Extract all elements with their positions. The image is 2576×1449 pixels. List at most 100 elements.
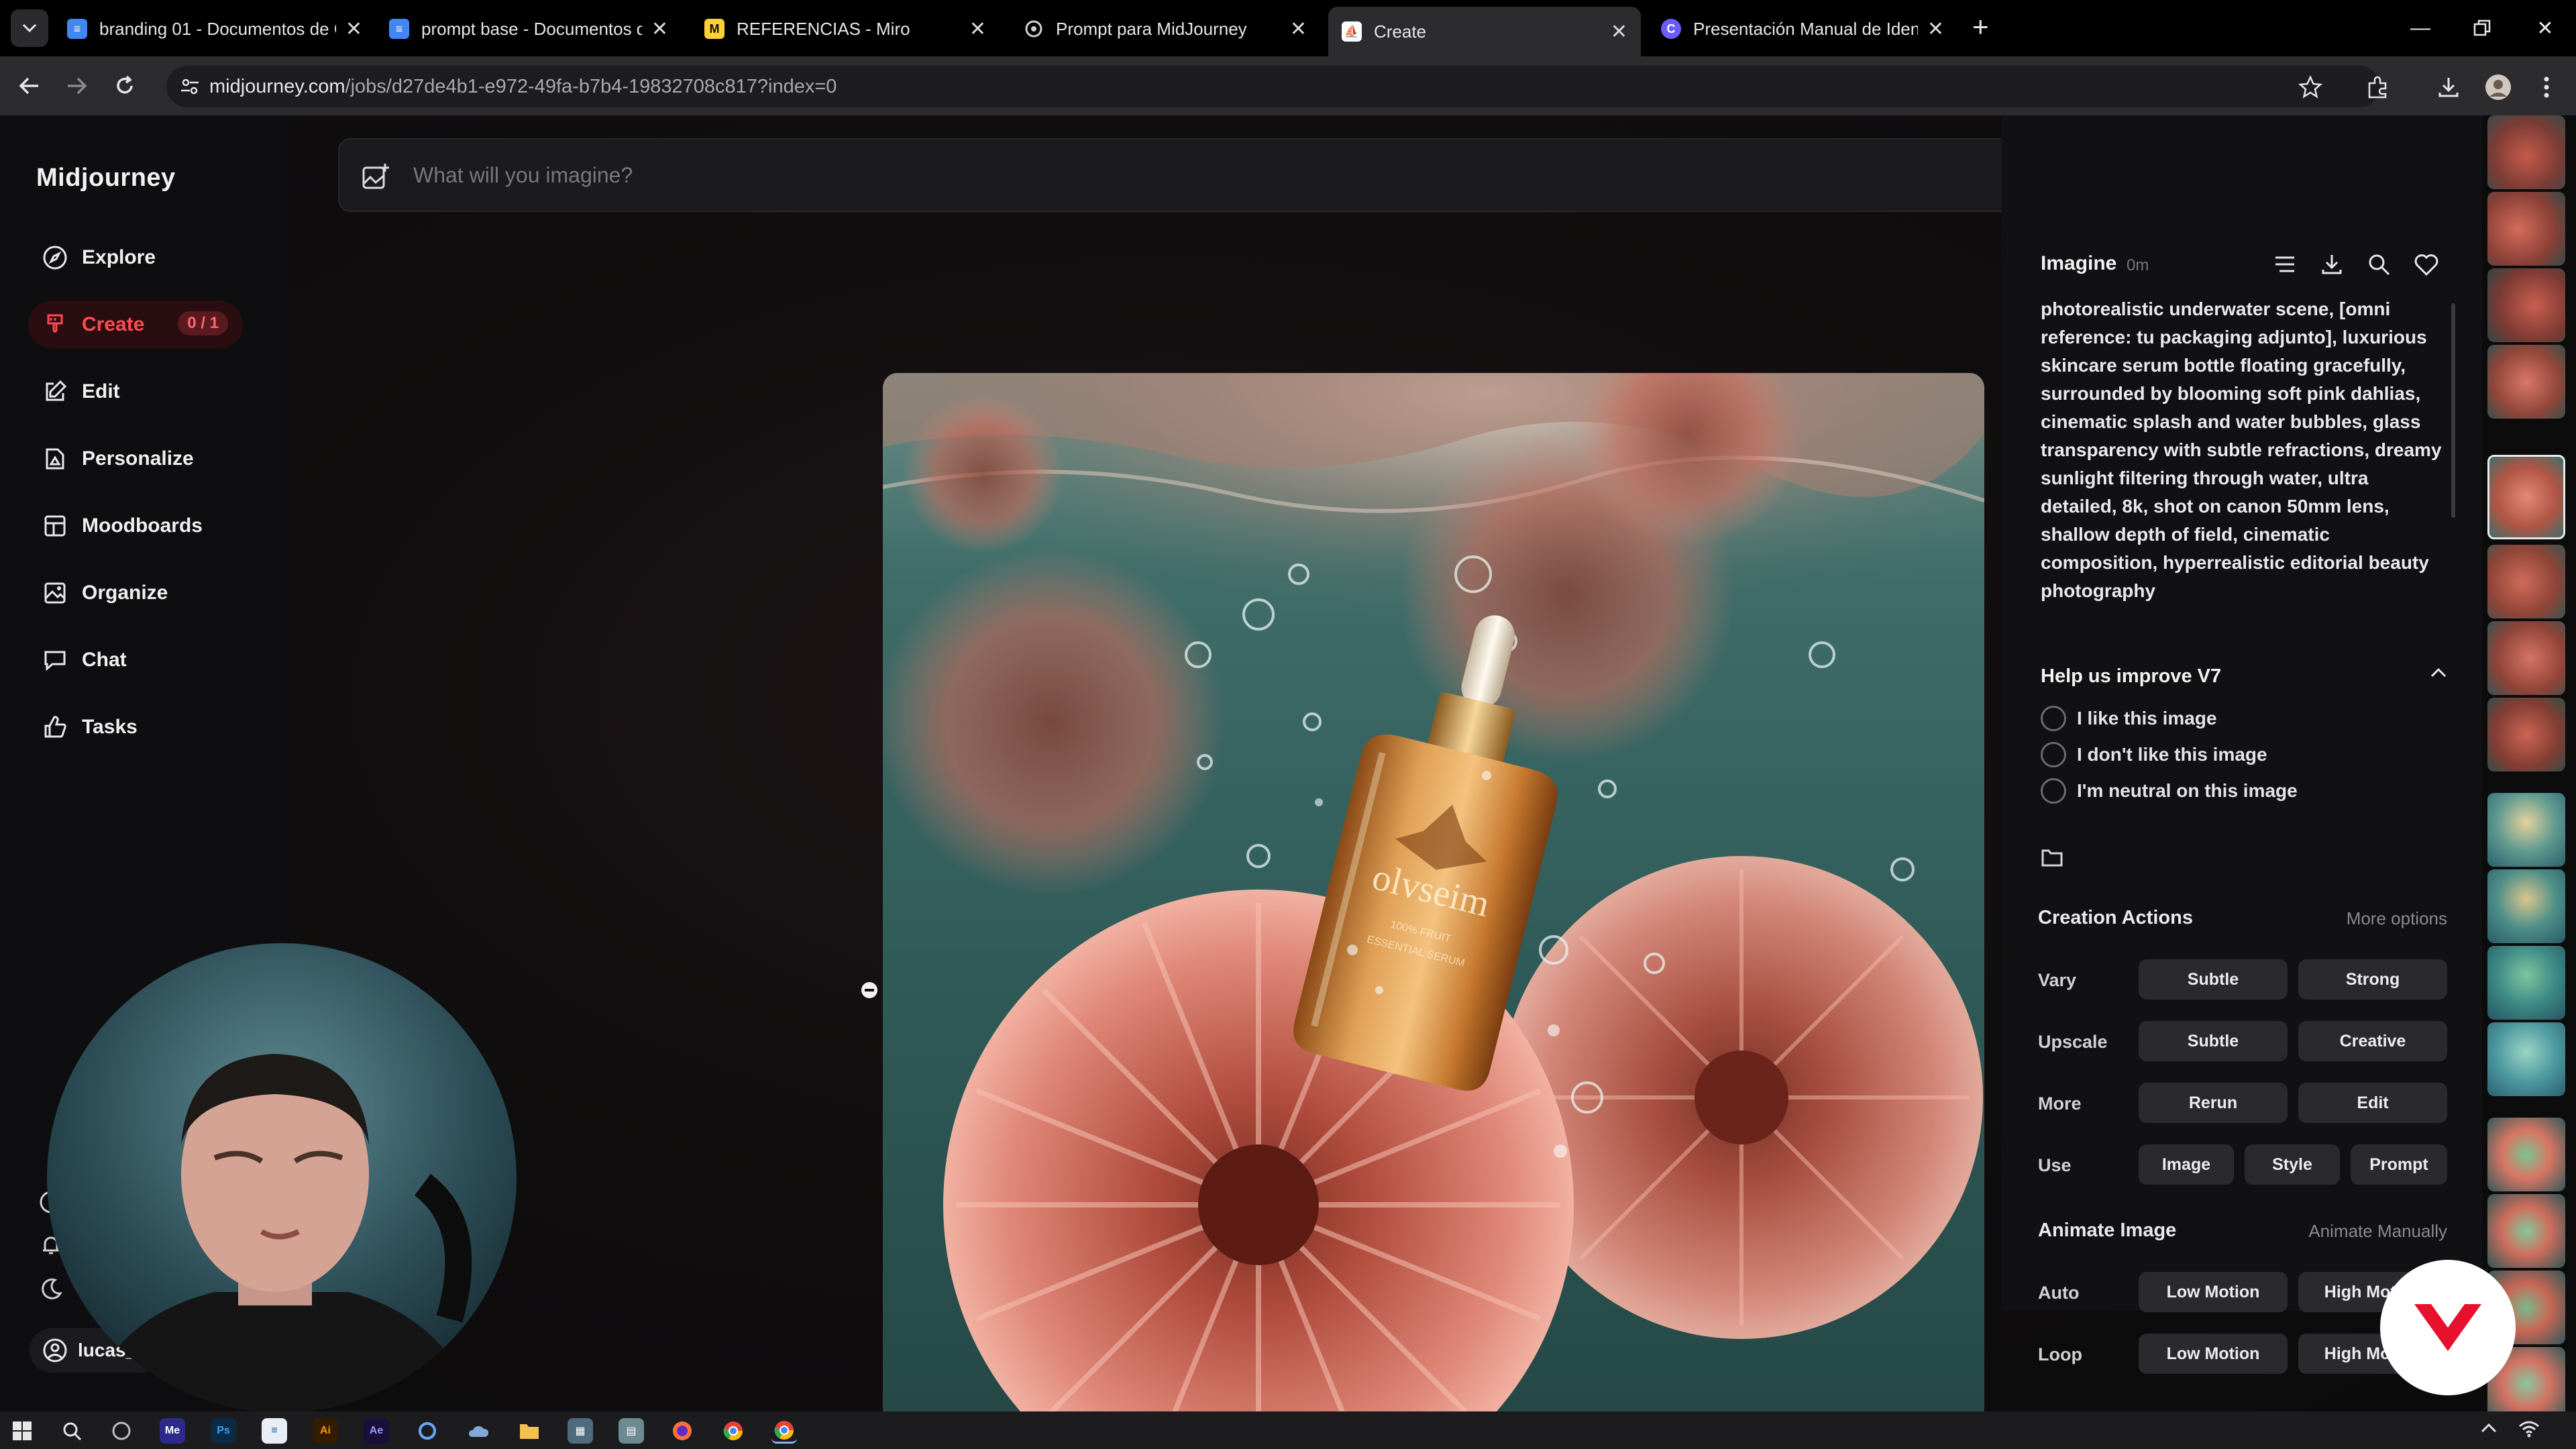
close-tab-icon[interactable]: ✕ bbox=[1611, 20, 1627, 44]
close-tab-icon[interactable]: ✕ bbox=[345, 17, 362, 41]
calculator-icon[interactable]: ▦ bbox=[568, 1418, 593, 1444]
tray-chevron-up-icon[interactable] bbox=[2479, 1419, 2498, 1443]
thumbnail[interactable] bbox=[2487, 1194, 2565, 1268]
browser-menu-icon[interactable] bbox=[2533, 74, 2560, 101]
close-tab-icon[interactable]: ✕ bbox=[1290, 17, 1307, 41]
feedback-neutral[interactable]: I'm neutral on this image bbox=[2041, 778, 2298, 804]
reload-button[interactable] bbox=[109, 70, 141, 102]
task-view-icon[interactable] bbox=[109, 1418, 134, 1444]
media-encoder-icon[interactable]: Me bbox=[160, 1418, 185, 1444]
vary-strong-button[interactable]: Strong bbox=[2298, 959, 2447, 1000]
restore-button[interactable] bbox=[2462, 9, 2502, 47]
auto-low-motion-button[interactable]: Low Motion bbox=[2139, 1272, 2288, 1312]
moodboard-icon bbox=[44, 515, 66, 537]
thumbnail[interactable] bbox=[2487, 192, 2565, 266]
chrome-icon[interactable] bbox=[720, 1418, 746, 1444]
sidebar-item-personalize[interactable]: Personalize bbox=[28, 435, 243, 483]
notepad-icon[interactable]: ≡ bbox=[262, 1418, 287, 1444]
loop-low-motion-button[interactable]: Low Motion bbox=[2139, 1334, 2288, 1374]
profile-avatar-icon[interactable] bbox=[2485, 74, 2512, 101]
thumbnail[interactable] bbox=[2487, 621, 2565, 695]
sidebar-item-explore[interactable]: Explore bbox=[28, 233, 243, 282]
prompt-scrollbar[interactable] bbox=[2451, 303, 2455, 518]
prompt-input[interactable]: What will you imagine? bbox=[338, 138, 2149, 212]
tab-prompt-base[interactable]: ≡ prompt base - Documentos de Google ✕ bbox=[376, 8, 682, 50]
back-button[interactable] bbox=[13, 70, 46, 102]
edit-button[interactable]: Edit bbox=[2298, 1083, 2447, 1123]
search-icon[interactable] bbox=[2367, 252, 2391, 280]
tab-search-button[interactable] bbox=[11, 9, 48, 47]
notes-icon[interactable]: ▤ bbox=[619, 1418, 644, 1444]
add-image-icon[interactable] bbox=[361, 162, 390, 197]
heart-icon[interactable] bbox=[2414, 252, 2439, 280]
dark-mode-moon-icon[interactable] bbox=[39, 1277, 63, 1305]
rerun-button[interactable]: Rerun bbox=[2139, 1083, 2288, 1123]
sidebar-item-organize[interactable]: Organize bbox=[28, 569, 243, 617]
new-tab-button[interactable]: + bbox=[1972, 11, 1989, 43]
close-tab-icon[interactable]: ✕ bbox=[651, 17, 668, 41]
folder-icon[interactable] bbox=[2041, 848, 2063, 871]
thumbnail[interactable] bbox=[2487, 1022, 2565, 1096]
thumbnail[interactable] bbox=[2487, 793, 2565, 867]
tab-chatgpt[interactable]: Prompt para MidJourney ✕ bbox=[1010, 8, 1320, 50]
thumbnail[interactable] bbox=[2487, 115, 2565, 189]
thumbnail[interactable] bbox=[2487, 268, 2565, 342]
minimize-button[interactable]: — bbox=[2400, 9, 2440, 47]
use-image-button[interactable]: Image bbox=[2139, 1144, 2234, 1185]
radio-button[interactable] bbox=[2041, 706, 2066, 731]
sidebar-item-tasks[interactable]: Tasks bbox=[28, 703, 243, 751]
thumbnail[interactable] bbox=[2487, 869, 2565, 943]
chevron-up-icon[interactable] bbox=[2428, 663, 2449, 686]
vary-subtle-button[interactable]: Subtle bbox=[2139, 959, 2288, 1000]
feedback-dislike[interactable]: I don't like this image bbox=[2041, 742, 2267, 767]
thumbnail[interactable] bbox=[2487, 545, 2565, 619]
more-options-link[interactable]: More options bbox=[2347, 908, 2447, 929]
site-info-icon[interactable] bbox=[180, 76, 200, 100]
tab-canva[interactable]: C Presentación Manual de Identidad ✕ bbox=[1648, 8, 1957, 50]
thumbnail[interactable] bbox=[2487, 1118, 2565, 1191]
close-tab-icon[interactable]: ✕ bbox=[969, 17, 986, 41]
use-style-button[interactable]: Style bbox=[2245, 1144, 2340, 1185]
tab-miro[interactable]: M REFERENCIAS - Miro ✕ bbox=[691, 8, 1000, 50]
bookmark-star-icon[interactable] bbox=[2297, 74, 2324, 101]
use-prompt-button[interactable]: Prompt bbox=[2351, 1144, 2447, 1185]
close-window-button[interactable]: ✕ bbox=[2525, 9, 2565, 47]
firefox-icon[interactable] bbox=[669, 1418, 695, 1444]
upscale-creative-button[interactable]: Creative bbox=[2298, 1021, 2447, 1061]
chrome-active-icon[interactable] bbox=[771, 1418, 797, 1444]
app-ring-icon[interactable] bbox=[415, 1418, 440, 1444]
windows-start-icon[interactable] bbox=[9, 1418, 35, 1444]
thumbnail-selected[interactable] bbox=[2487, 455, 2565, 539]
list-menu-icon[interactable] bbox=[2273, 252, 2297, 280]
radio-button[interactable] bbox=[2041, 778, 2066, 804]
thumbnail[interactable] bbox=[2487, 946, 2565, 1020]
generated-image[interactable]: olvseim 100% FRUIT ESSENTIAL SERUM bbox=[883, 373, 1984, 1449]
tab-create[interactable]: ⛵ Create ✕ bbox=[1328, 7, 1641, 56]
download-icon[interactable] bbox=[2435, 74, 2462, 101]
radio-button[interactable] bbox=[2041, 742, 2066, 767]
forward-button[interactable] bbox=[60, 70, 93, 102]
cloud-app-icon[interactable] bbox=[466, 1418, 491, 1444]
wifi-icon[interactable] bbox=[2518, 1419, 2540, 1443]
file-explorer-icon[interactable] bbox=[517, 1418, 542, 1444]
photoshop-icon[interactable]: Ps bbox=[211, 1418, 236, 1444]
search-icon[interactable] bbox=[59, 1418, 85, 1444]
sidebar-item-chat[interactable]: Chat bbox=[28, 636, 243, 684]
resize-handle[interactable] bbox=[861, 982, 877, 998]
extensions-icon[interactable] bbox=[2364, 74, 2391, 101]
animate-manually-link[interactable]: Animate Manually bbox=[2308, 1221, 2447, 1242]
feedback-like[interactable]: I like this image bbox=[2041, 706, 2217, 731]
thumbnail[interactable] bbox=[2487, 698, 2565, 771]
tab-branding[interactable]: ≡ branding 01 - Documentos de Google ✕ bbox=[54, 8, 376, 50]
address-bar[interactable]: midjourney.com/jobs/d27de4b1-e972-49fa-b… bbox=[166, 66, 2380, 107]
close-tab-icon[interactable]: ✕ bbox=[1927, 17, 1944, 41]
illustrator-icon[interactable]: Ai bbox=[313, 1418, 338, 1444]
upscale-subtle-button[interactable]: Subtle bbox=[2139, 1021, 2288, 1061]
sidebar-item-edit[interactable]: Edit bbox=[28, 368, 243, 416]
download-icon[interactable] bbox=[2320, 252, 2344, 280]
thumbnail[interactable] bbox=[2487, 345, 2565, 419]
after-effects-icon[interactable]: Ae bbox=[364, 1418, 389, 1444]
sidebar-item-moodboards[interactable]: Moodboards bbox=[28, 502, 243, 550]
logo[interactable]: Midjourney bbox=[36, 164, 176, 193]
sidebar-item-create[interactable]: Create 0 / 1 bbox=[28, 301, 243, 349]
